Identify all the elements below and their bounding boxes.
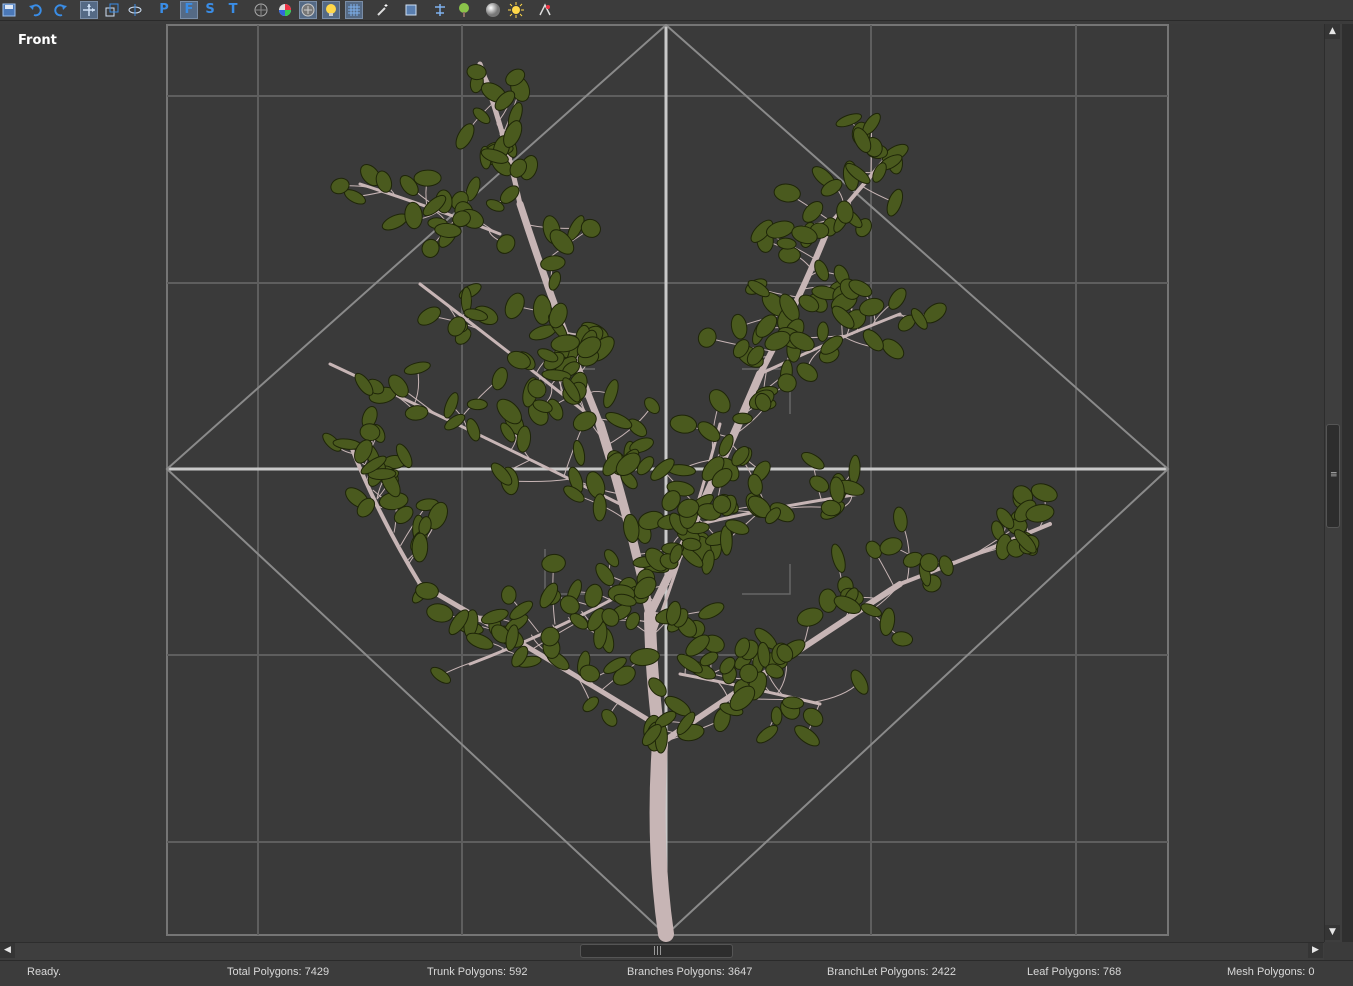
viewport-scene[interactable] [0, 24, 1324, 942]
tree-leaf [697, 327, 717, 348]
tree-leaf [848, 454, 861, 485]
leaf-polygons: Leaf Polygons: 768 [1027, 966, 1122, 978]
view-front-button[interactable]: F [180, 1, 198, 19]
main-toolbar: P F S T [0, 0, 1353, 21]
tree-leaf [404, 405, 429, 421]
undo-icon[interactable] [27, 1, 45, 19]
tree-leaf [938, 555, 954, 577]
tree-leaf [417, 306, 441, 326]
tree-leaf [773, 183, 801, 203]
tree-leaf [862, 329, 884, 352]
scroll-right-arrow-icon[interactable]: ▶ [1308, 943, 1323, 958]
status-ready: Ready. [27, 966, 62, 978]
tree-leaf [698, 602, 725, 620]
tree-leaf [466, 418, 481, 442]
horizontal-scrollbar[interactable]: ◀ ||| ▶ [0, 942, 1324, 960]
tree-leaves [322, 63, 1058, 754]
tree-leaf [777, 373, 797, 393]
tree-leaf [504, 292, 525, 320]
horizontal-scroll-thumb[interactable]: ||| [580, 944, 733, 958]
tree-leaf [850, 669, 869, 695]
tree-leaf [501, 585, 517, 605]
tree-leaf [572, 439, 586, 466]
render-icon[interactable] [536, 1, 554, 19]
tree-leaf [496, 234, 516, 254]
color-wheel-icon[interactable] [276, 1, 294, 19]
tree-leaf [605, 412, 633, 430]
status-bar: Ready. Total Polygons: 7429 Trunk Polygo… [0, 960, 1353, 986]
view-top-button[interactable]: T [224, 1, 242, 19]
side-panel-edge [1342, 24, 1353, 942]
scroll-down-arrow-icon[interactable]: ▼ [1325, 925, 1340, 940]
grid-icon[interactable] [345, 1, 363, 19]
tree-leaf [491, 367, 508, 391]
tree-leaf [776, 237, 797, 250]
tree-leaf [756, 725, 779, 744]
tree-leaf [796, 362, 818, 382]
tree-leaf [466, 398, 488, 411]
view-side-button[interactable]: S [201, 1, 219, 19]
tree-leaf [796, 607, 824, 627]
tree-leaf [816, 321, 829, 342]
magic-wand-icon[interactable] [373, 1, 391, 19]
rotate-tool-icon[interactable] [126, 1, 144, 19]
shaded-sphere-icon[interactable] [484, 1, 502, 19]
tree-leaf [886, 188, 904, 217]
texture-sphere-icon[interactable] [299, 1, 317, 19]
tree-leaf [732, 412, 753, 425]
viewport-label: Front [18, 33, 57, 48]
tree-leaf [891, 631, 914, 647]
sun-icon[interactable] [507, 1, 525, 19]
light-bulb-icon[interactable] [322, 1, 340, 19]
tree-branch [649, 736, 674, 942]
tree-leaf [623, 513, 640, 544]
tree-leaf [669, 414, 698, 434]
tree-leaf [831, 543, 846, 573]
tree-leaf [888, 287, 907, 310]
align-icon[interactable] [431, 1, 449, 19]
tree-leaf [455, 123, 475, 150]
redo-icon[interactable] [51, 1, 69, 19]
tree-leaf [708, 389, 731, 414]
view-perspective-button[interactable]: P [155, 1, 173, 19]
move-tool-icon[interactable] [80, 1, 98, 19]
save-icon[interactable] [0, 1, 18, 19]
tree-leaf [582, 696, 599, 713]
tree-leaf [592, 493, 607, 522]
tree-branch [811, 681, 861, 703]
scroll-up-arrow-icon[interactable]: ▲ [1325, 24, 1340, 39]
frame-view-icon[interactable] [402, 1, 420, 19]
scroll-left-arrow-icon[interactable]: ◀ [0, 943, 15, 958]
tree-leaf [730, 313, 748, 340]
tree-leaf [809, 475, 830, 493]
tree-leaf [403, 361, 431, 375]
tree-leaf [879, 537, 903, 556]
tree-leaf [413, 169, 442, 187]
tree-icon[interactable] [455, 1, 473, 19]
vertical-scroll-thumb[interactable]: ≡ [1326, 424, 1340, 528]
total-polygons: Total Polygons: 7429 [227, 966, 330, 978]
vertical-scrollbar[interactable]: ▲ ≡ ▼ [1324, 24, 1342, 942]
tree-leaf [893, 506, 908, 533]
branchlet-polygons: BranchLet Polygons: 2422 [827, 966, 957, 978]
viewport-grid [165, 24, 1170, 937]
tree-leaf [430, 666, 452, 684]
branches-polygons: Branches Polygons: 3647 [627, 966, 753, 978]
tree-leaf [426, 603, 454, 623]
tree-leaf [601, 709, 618, 727]
wireframe-icon[interactable] [252, 1, 270, 19]
scale-tool-icon[interactable] [103, 1, 121, 19]
tree-leaf [603, 379, 619, 409]
tree-leaf [644, 397, 660, 414]
trunk-polygons: Trunk Polygons: 592 [427, 966, 528, 978]
front-viewport[interactable]: Front [0, 24, 1324, 942]
mesh-polygons: Mesh Polygons: 0 [1227, 966, 1315, 978]
